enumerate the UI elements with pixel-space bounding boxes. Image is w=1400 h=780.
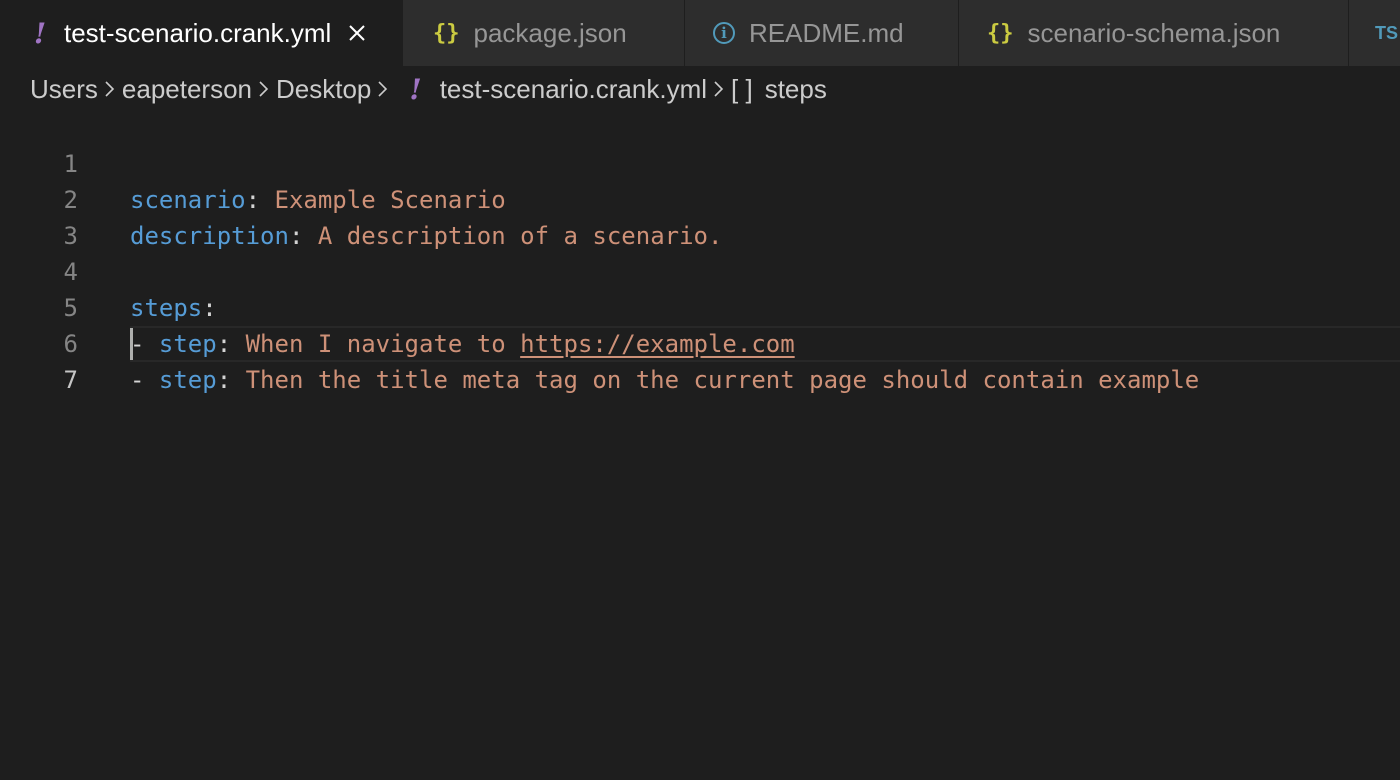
breadcrumb-item-users[interactable]: Users bbox=[30, 74, 98, 105]
tab-test-scenario-crank-yml[interactable]: ! test-scenario.crank.yml bbox=[0, 0, 403, 66]
code-line: 6 - step: Then the title meta tag on the… bbox=[0, 290, 1400, 394]
breadcrumb-item-eapeterson[interactable]: eapeterson bbox=[122, 74, 252, 105]
line-number: 7 bbox=[63, 366, 78, 394]
yaml-dash: - bbox=[130, 366, 159, 394]
breadcrumb: Users eapeterson Desktop ! test-scenario… bbox=[30, 70, 827, 108]
line-content: - step: Then the title meta tag on the c… bbox=[130, 362, 1199, 398]
yaml-icon: ! bbox=[409, 72, 422, 106]
code-line: 3 bbox=[0, 182, 1400, 250]
info-icon: i bbox=[713, 22, 735, 44]
tab-label: test-scenario.crank.yml bbox=[64, 17, 332, 48]
chevron-right-icon bbox=[98, 80, 122, 98]
chevron-right-icon bbox=[707, 80, 731, 98]
breadcrumb-item-steps[interactable]: steps bbox=[765, 74, 827, 105]
yaml-colon: : bbox=[216, 366, 232, 394]
tab-label: scenario-schema.json bbox=[1027, 17, 1281, 48]
breadcrumb-item-file[interactable]: test-scenario.crank.yml bbox=[440, 74, 707, 105]
tab-readme-md[interactable]: i README.md bbox=[685, 0, 959, 66]
tab-bar: ! test-scenario.crank.yml {} package.jso… bbox=[0, 0, 1400, 66]
code-line: 5 - step: When I navigate to https://exa… bbox=[0, 254, 1400, 358]
text-cursor bbox=[130, 328, 133, 360]
chevron-right-icon bbox=[252, 80, 276, 98]
tab-label: README.md bbox=[749, 17, 904, 48]
code-line: 1 scenario: Example Scenario bbox=[0, 110, 1400, 214]
json-icon: {} bbox=[987, 20, 1014, 46]
code-line: 4 steps: bbox=[0, 218, 1400, 322]
typescript-icon: TS bbox=[1375, 22, 1399, 43]
tab-package-json[interactable]: {} package.json bbox=[403, 0, 685, 66]
array-icon: [ ] bbox=[731, 73, 753, 104]
chevron-right-icon bbox=[371, 80, 395, 98]
yaml-value: Then the title meta tag on the current p… bbox=[231, 366, 1200, 394]
close-icon[interactable] bbox=[345, 21, 369, 45]
yaml-icon: ! bbox=[33, 16, 47, 50]
tab-label: package.json bbox=[473, 17, 627, 48]
tab-scenario-schema-json[interactable]: {} scenario-schema.json bbox=[959, 0, 1349, 66]
code-line: 7 bbox=[0, 326, 1400, 394]
tab-typescript-file[interactable]: TS bbox=[1349, 0, 1400, 66]
code-editor[interactable]: 1 scenario: Example Scenario 2 descripti… bbox=[0, 110, 1400, 780]
breadcrumb-item-desktop[interactable]: Desktop bbox=[276, 74, 371, 105]
yaml-key: step bbox=[158, 366, 217, 394]
code-line: 2 description: A description of a scenar… bbox=[0, 146, 1400, 250]
json-icon: {} bbox=[433, 20, 460, 46]
